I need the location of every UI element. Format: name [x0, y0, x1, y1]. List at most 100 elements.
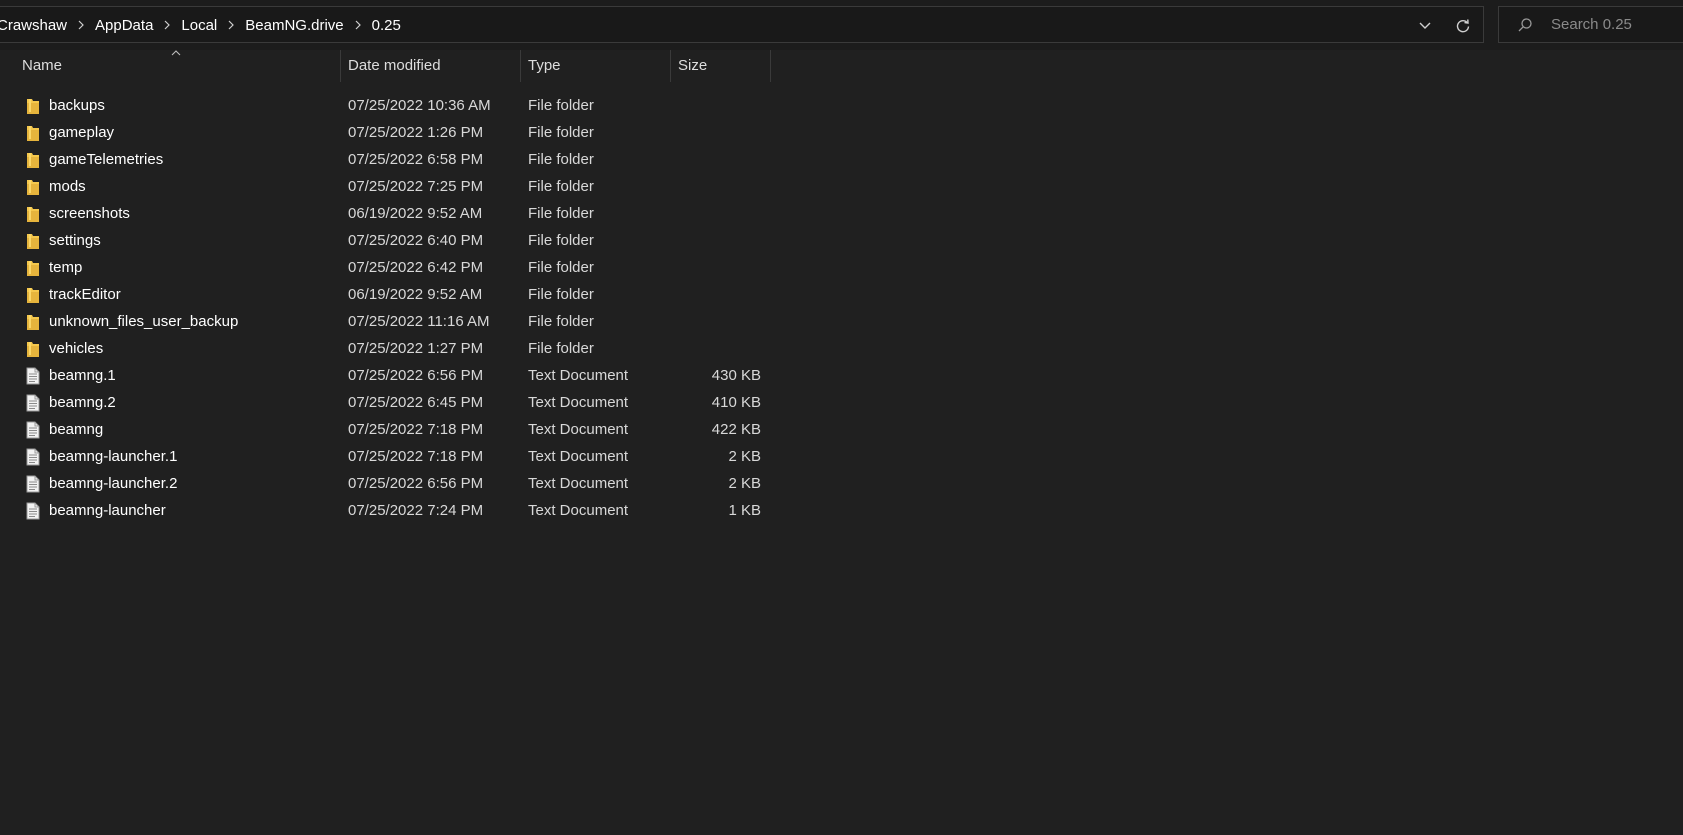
file-row[interactable]: beamng-launcher 07/25/2022 7:24 PM Text Do… [0, 497, 1683, 524]
file-date-modified: 07/25/2022 6:45 PM [348, 394, 484, 411]
file-row[interactable]: beamng 07/25/2022 7:18 PM Text Document 422… [0, 416, 1683, 443]
column-header-name[interactable]: Name [15, 48, 340, 82]
chevron-down-icon [1419, 22, 1431, 29]
file-type: File folder [528, 286, 594, 303]
search-box[interactable] [1498, 6, 1683, 43]
file-name: vehicles [49, 340, 104, 357]
text-document-icon [24, 416, 42, 443]
file-size [672, 146, 761, 173]
file-row[interactable]: trackEditor 06/19/2022 9:52 AM File folder [0, 281, 1683, 308]
file-type: File folder [528, 97, 594, 114]
file-row[interactable]: mods 07/25/2022 7:25 PM File folder [0, 173, 1683, 200]
file-name: gameplay [49, 124, 115, 141]
file-name: beamng [49, 421, 104, 438]
file-type: File folder [528, 232, 594, 249]
file-row[interactable]: screenshots 06/19/2022 9:52 AM File folder [0, 200, 1683, 227]
file-size [672, 281, 761, 308]
column-header-date-modified[interactable]: Date modified [341, 48, 520, 82]
file-size: 410 KB [711, 394, 761, 411]
file-date-modified: 07/25/2022 7:24 PM [348, 502, 484, 519]
file-row[interactable]: beamng.1 07/25/2022 6:56 PM Text Document 4… [0, 362, 1683, 389]
file-date-modified: 07/25/2022 7:18 PM [348, 421, 484, 438]
folder-icon [24, 308, 42, 335]
file-type: Text Document [528, 448, 629, 465]
file-name: beamng-launcher [49, 502, 166, 519]
file-name: temp [49, 259, 83, 276]
folder-icon [24, 173, 42, 200]
folder-icon [24, 119, 42, 146]
file-name: settings [49, 232, 101, 249]
file-row[interactable]: settings 07/25/2022 6:40 PM File folder [0, 227, 1683, 254]
file-name: beamng-launcher.1 [49, 448, 178, 465]
folder-icon [24, 335, 42, 362]
navigation-bar: Crawshaw AppData Local BeamNG.drive 0.25 [0, 0, 1683, 50]
file-name: screenshots [49, 205, 130, 222]
search-input[interactable] [1549, 15, 1683, 34]
breadcrumb-item[interactable]: Crawshaw [0, 17, 71, 34]
text-document-icon [24, 443, 42, 470]
file-row[interactable]: gameplay 07/25/2022 1:26 PM File folder [0, 119, 1683, 146]
file-type: Text Document [528, 475, 629, 492]
file-type: File folder [528, 340, 594, 357]
file-date-modified: 07/25/2022 6:56 PM [348, 475, 484, 492]
file-type: Text Document [528, 367, 629, 384]
text-document-icon [24, 389, 42, 416]
file-size [672, 254, 761, 281]
file-size: 430 KB [711, 367, 761, 384]
address-bar[interactable]: Crawshaw AppData Local BeamNG.drive 0.25 [0, 6, 1484, 43]
file-size: 2 KB [728, 448, 761, 465]
file-name: trackEditor [49, 286, 121, 303]
file-size: 1 KB [728, 502, 761, 519]
file-row[interactable]: beamng-launcher.2 07/25/2022 6:56 PM Text … [0, 470, 1683, 497]
file-size [672, 119, 761, 146]
file-type: Text Document [528, 421, 629, 438]
file-type: Text Document [528, 502, 629, 519]
file-date-modified: 07/25/2022 10:36 AM [348, 97, 491, 114]
file-size [672, 335, 761, 362]
file-size: 2 KB [728, 475, 761, 492]
breadcrumb-item[interactable]: 0.25 [368, 17, 405, 34]
file-size [672, 92, 761, 119]
breadcrumb: Crawshaw AppData Local BeamNG.drive 0.25 [0, 7, 405, 44]
file-type: File folder [528, 178, 594, 195]
file-date-modified: 06/19/2022 9:52 AM [348, 286, 483, 303]
column-header-size[interactable]: Size [671, 48, 770, 82]
file-type: File folder [528, 313, 594, 330]
file-type: File folder [528, 205, 594, 222]
column-divider[interactable] [770, 50, 771, 82]
recent-locations-button[interactable] [1407, 7, 1443, 44]
file-size [672, 200, 761, 227]
column-header-row: Name Date modified Type Size [0, 48, 1683, 86]
file-date-modified: 07/25/2022 1:26 PM [348, 124, 484, 141]
breadcrumb-item[interactable]: AppData [91, 17, 157, 34]
file-row[interactable]: gameTelemetries 07/25/2022 6:58 PM File fo… [0, 146, 1683, 173]
chevron-right-icon[interactable] [157, 19, 177, 33]
file-row[interactable]: backups 07/25/2022 10:36 AM File folder [0, 92, 1683, 119]
file-row[interactable]: beamng-launcher.1 07/25/2022 7:18 PM Text … [0, 443, 1683, 470]
file-row[interactable]: vehicles 07/25/2022 1:27 PM File folder [0, 335, 1683, 362]
file-type: File folder [528, 151, 594, 168]
text-document-icon [24, 362, 42, 389]
breadcrumb-item[interactable]: Local [177, 17, 221, 34]
chevron-right-icon[interactable] [71, 19, 91, 33]
file-date-modified: 07/25/2022 7:25 PM [348, 178, 484, 195]
file-type: Text Document [528, 394, 629, 411]
folder-icon [24, 227, 42, 254]
file-name: gameTelemetries [49, 151, 164, 168]
breadcrumb-item[interactable]: BeamNG.drive [241, 17, 347, 34]
file-row[interactable]: unknown_files_user_backup 07/25/2022 11:1… [0, 308, 1683, 335]
folder-icon [24, 146, 42, 173]
file-date-modified: 07/25/2022 6:58 PM [348, 151, 484, 168]
file-size [672, 173, 761, 200]
file-name: mods [49, 178, 86, 195]
refresh-button[interactable] [1445, 7, 1481, 44]
file-name: backups [49, 97, 105, 114]
file-row[interactable]: beamng.2 07/25/2022 6:45 PM Text Document 4… [0, 389, 1683, 416]
chevron-right-icon[interactable] [221, 19, 241, 33]
column-header-type[interactable]: Type [521, 48, 670, 82]
file-name: unknown_files_user_backup [49, 313, 239, 330]
chevron-right-icon[interactable] [348, 19, 368, 33]
text-document-icon [24, 497, 42, 524]
file-row[interactable]: temp 07/25/2022 6:42 PM File folder [0, 254, 1683, 281]
file-date-modified: 07/25/2022 1:27 PM [348, 340, 484, 357]
